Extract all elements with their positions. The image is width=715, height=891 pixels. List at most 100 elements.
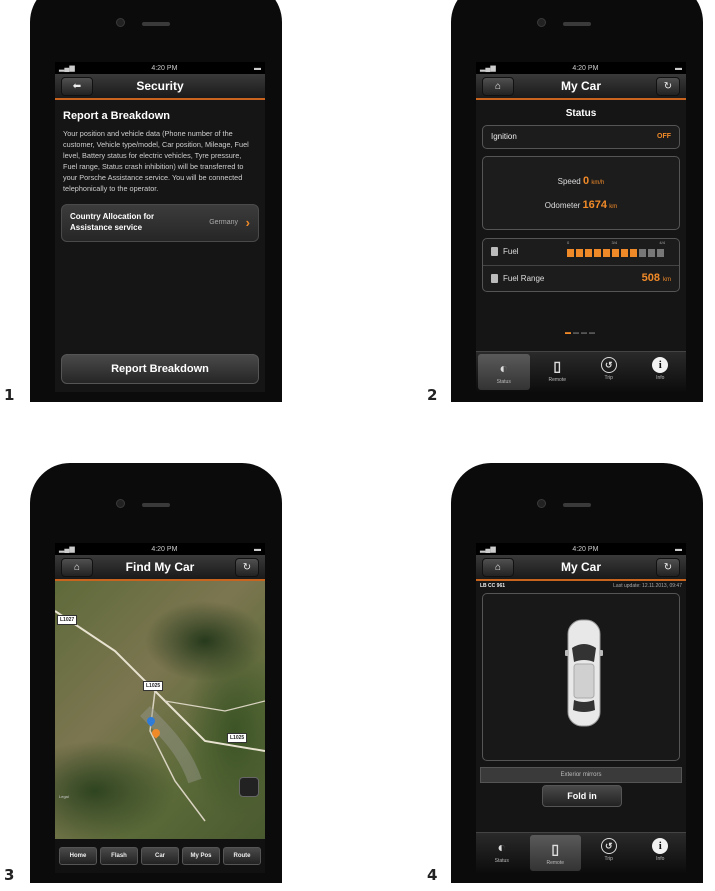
tab-label: Trip [604, 856, 613, 862]
earpiece [142, 22, 170, 26]
tab-bar: ◐ Status ▯ Remote ↺ Trip i Info [476, 351, 686, 392]
tab-info[interactable]: i Info [635, 833, 687, 873]
trip-icon: ↺ [600, 357, 617, 373]
fuel-pump-icon [491, 274, 498, 283]
tab-label: Remote [548, 377, 566, 383]
fuel-gauge-segment [639, 249, 646, 257]
status-bar: ▂▄▆ 4:20 PM ▬ [55, 543, 265, 555]
fuel-range-label: Fuel Range [503, 274, 545, 283]
fuel-gauge-segment [621, 249, 628, 257]
status-bar: ▂▄▆ 4:20 PM ▬ [476, 62, 686, 74]
flash-button[interactable]: Flash [100, 847, 138, 865]
home-map-button[interactable]: Home [59, 847, 97, 865]
ignition-label: Ignition [491, 132, 517, 141]
tab-trip[interactable]: ↺ Trip [583, 352, 635, 392]
tab-status[interactable]: ◐ Status [476, 833, 528, 873]
tab-label: Info [656, 856, 665, 862]
nav-bar: ⌂ My Car ↻ [476, 555, 686, 581]
refresh-button[interactable]: ↻ [656, 558, 680, 577]
phone-find-my-car: ▂▄▆ 4:20 PM ▬ ⌂ Find My Car ↻ L1027 L102… [30, 463, 282, 883]
refresh-icon: ↻ [242, 562, 252, 573]
battery-icon: ▬ [254, 545, 261, 553]
phone-remote-icon: ▯ [551, 841, 560, 857]
speed-odometer-box: Speed 0 km/h Odometer 1674 km [482, 156, 680, 230]
last-update: Last update: 12.11.2013, 09:47 [613, 583, 682, 589]
earpiece [563, 503, 591, 507]
license-plate: LB CC 961 [480, 583, 506, 589]
tab-trip[interactable]: ↺ Trip [583, 833, 635, 873]
map-road-label: L1025 [143, 681, 164, 691]
tab-info[interactable]: i Info [635, 352, 687, 392]
battery-icon: ▬ [254, 64, 261, 72]
battery-icon: ▬ [675, 64, 682, 72]
remote-screen: ▂▄▆ 4:20 PM ▬ ⌂ My Car ↻ LB CC 961 Last … [476, 543, 686, 873]
ignition-value: OFF [657, 133, 671, 140]
page-indicator: ▬▬▬▬ [565, 330, 597, 336]
satellite-map[interactable]: L1027 L1025 L1025 Legal [55, 581, 265, 839]
fuel-tick: 3/4 [611, 240, 618, 245]
fuel-range-value-group: 508 km [642, 272, 671, 284]
fuel-gauge [567, 249, 664, 257]
tab-label: Trip [604, 375, 613, 381]
find-my-car-screen: ▂▄▆ 4:20 PM ▬ ⌂ Find My Car ↻ L1027 L102… [55, 543, 265, 873]
info-icon: i [652, 838, 669, 854]
fold-in-button[interactable]: Fold in [542, 785, 622, 807]
fuel-ticks: 0 3/4 4/4 [567, 240, 665, 245]
fuel-tick: 4/4 [659, 240, 665, 245]
tab-bar: ◐ Status ▯ Remote ↺ Trip i Info [476, 832, 686, 873]
map-road-label: L1025 [227, 733, 248, 743]
nav-bar: ⌂ My Car ↻ [476, 74, 686, 100]
tab-remote[interactable]: ▯ Remote [529, 835, 581, 871]
odometer-unit: km [609, 204, 618, 210]
fuel-gauge-segment [648, 249, 655, 257]
phone-status: ▂▄▆ 4:20 PM ▬ ⌂ My Car ↻ Status Ignition… [451, 0, 703, 402]
report-breakdown-button[interactable]: Report Breakdown [61, 354, 259, 384]
car-top-view-icon [565, 619, 603, 727]
camera-icon [116, 499, 125, 508]
refresh-icon: ↻ [663, 81, 673, 92]
refresh-button[interactable]: ↻ [235, 558, 259, 577]
fuel-pump-icon [491, 247, 498, 256]
country-allocation-row[interactable]: Country Allocation for Assistance servic… [61, 204, 259, 242]
earpiece [142, 503, 170, 507]
chevron-right-icon: › [245, 215, 250, 230]
status-bar: ▂▄▆ 4:20 PM ▬ [476, 543, 686, 555]
my-pos-button[interactable]: My Pos [182, 847, 220, 865]
odometer-value: 1674 [582, 199, 608, 211]
phone-security: ▂▄▆ 4:20 PM ▬ ⬅ Security Report a Breakd… [30, 0, 282, 402]
breakdown-description: Your position and vehicle data (Phone nu… [63, 129, 249, 193]
speed-row: Speed 0 km/h [483, 175, 679, 187]
fuel-box: Fuel 0 3/4 4/4 Fuel Range 508 km [482, 238, 680, 292]
status-bar: ▂▄▆ 4:20 PM ▬ [55, 62, 265, 74]
nav-bar: ⬅ Security [55, 74, 265, 100]
fuel-gauge-segment [585, 249, 592, 257]
fuel-gauge-segment [603, 249, 610, 257]
fuel-range-unit: km [663, 277, 671, 283]
speed-value: 0 [583, 175, 590, 187]
map-layers-button[interactable] [239, 777, 259, 797]
route-button[interactable]: Route [223, 847, 261, 865]
panel-number: 4 [427, 866, 438, 884]
camera-icon [537, 18, 546, 27]
map-legal-link[interactable]: Legal [59, 794, 69, 799]
tab-remote[interactable]: ▯ Remote [532, 352, 584, 392]
signal-icon: ▂▄▆ [59, 65, 75, 72]
panel-number: 2 [427, 386, 438, 404]
fuel-range-value: 508 [641, 272, 660, 284]
ignition-row: Ignition OFF [482, 125, 680, 149]
speed-unit: km/h [591, 180, 605, 186]
status-screen: ▂▄▆ 4:20 PM ▬ ⌂ My Car ↻ Status Ignition… [476, 62, 686, 392]
odometer-row: Odometer 1674 km [483, 199, 679, 211]
camera-icon [537, 499, 546, 508]
breakdown-heading: Report a Breakdown [63, 110, 170, 122]
odometer-label: Odometer [544, 201, 581, 210]
nav-bar: ⌂ Find My Car ↻ [55, 555, 265, 581]
car-button[interactable]: Car [141, 847, 179, 865]
refresh-icon: ↻ [663, 562, 673, 573]
fuel-label: Fuel [503, 247, 519, 256]
refresh-button[interactable]: ↻ [656, 77, 680, 96]
signal-icon: ▂▄▆ [480, 65, 496, 72]
page-title: Find My Car [125, 560, 195, 574]
tab-status[interactable]: ◐ Status [478, 354, 530, 390]
security-screen: ▂▄▆ 4:20 PM ▬ ⬅ Security Report a Breakd… [55, 62, 265, 392]
